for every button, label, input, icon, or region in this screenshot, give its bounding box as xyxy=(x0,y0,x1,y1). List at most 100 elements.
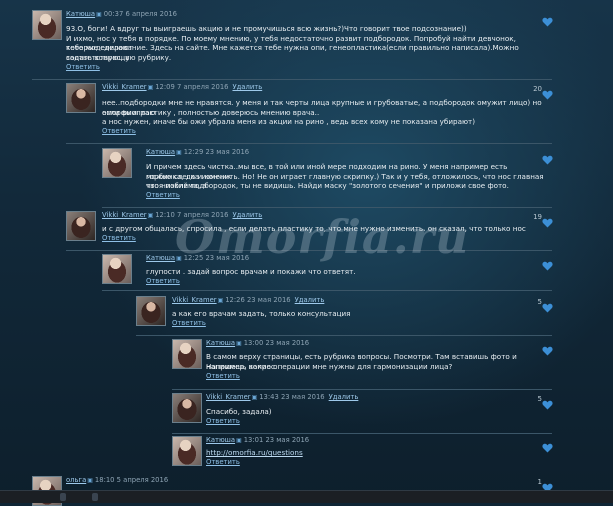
reply-link[interactable]: Ответить xyxy=(66,63,100,71)
comment-text-line: 93.О, боги! А вдруг ты выиграешь акцию и… xyxy=(66,24,467,33)
username-link[interactable]: ольга xyxy=(66,476,86,484)
avatar[interactable] xyxy=(172,393,202,423)
camera-icon: ▣ xyxy=(236,437,242,444)
divider xyxy=(172,433,552,434)
delete-link[interactable]: Удалить xyxy=(329,393,359,401)
like-count: 5 xyxy=(537,298,542,306)
comment-text-line: Спасибо, задала) xyxy=(206,407,272,416)
like-count: 1 xyxy=(537,478,542,486)
comment-meta: Катюша▣ 00:37 6 апреля 2016 xyxy=(66,10,177,18)
heart-icon[interactable] xyxy=(542,478,553,493)
divider xyxy=(32,79,552,80)
divider xyxy=(102,290,552,291)
questions-link[interactable]: http://omorfia.ru/questions xyxy=(206,448,536,458)
username-link[interactable]: Катюша xyxy=(206,339,235,347)
heart-icon[interactable] xyxy=(542,341,553,356)
timestamp: 18:10 5 апреля 2016 xyxy=(94,476,169,484)
camera-icon: ▣ xyxy=(176,149,182,156)
divider xyxy=(102,207,552,208)
comment-text-line: глупости . задай вопрос врачам и покажи … xyxy=(146,267,356,276)
comment-meta: Vikki_Kramer▣ 13:43 23 мая 2016 Удалить xyxy=(206,393,358,401)
delete-link[interactable]: Удалить xyxy=(295,296,325,304)
divider xyxy=(66,143,552,144)
comment-text-line: что низкий подбородок, ты не видишь. Най… xyxy=(146,181,509,191)
reply-link[interactable]: Ответить xyxy=(102,127,136,135)
timestamp: 13:01 23 мая 2016 xyxy=(243,436,310,444)
taskbar xyxy=(0,490,613,503)
heart-icon[interactable] xyxy=(542,85,553,100)
like-count: 19 xyxy=(533,213,542,221)
avatar[interactable] xyxy=(66,211,96,241)
delete-link[interactable]: Удалить xyxy=(232,83,262,91)
comment-text-line: оморфиопластику , полностью доверюсь мне… xyxy=(102,107,320,117)
username-link[interactable]: Катюша xyxy=(146,148,175,156)
delete-link[interactable]: Удалить xyxy=(232,211,262,219)
divider xyxy=(172,389,552,390)
camera-icon: ▣ xyxy=(176,255,182,262)
timestamp: 12:25 23 мая 2016 xyxy=(183,254,250,262)
username-link[interactable]: Vikki_Kramer xyxy=(172,296,217,304)
heart-icon[interactable] xyxy=(542,438,553,453)
camera-icon: ▣ xyxy=(96,11,102,18)
comment-meta: Катюша▣ 13:00 23 мая 2016 xyxy=(206,339,309,347)
heart-icon[interactable] xyxy=(542,395,553,410)
comment-meta: ольга▣ 18:10 5 апреля 2016 xyxy=(66,476,168,484)
taskbar-item[interactable] xyxy=(60,493,66,501)
comment-meta: Катюша▣ 12:29 23 мая 2016 xyxy=(146,148,249,156)
username-link[interactable]: Катюша xyxy=(206,436,235,444)
comment-meta: Катюша▣ 13:01 23 мая 2016 xyxy=(206,436,309,444)
reply-link[interactable]: Ответить xyxy=(146,191,180,199)
timestamp: 12:26 23 мая 2016 xyxy=(225,296,291,304)
reply-link[interactable]: Ответить xyxy=(206,372,240,380)
page-background xyxy=(0,0,613,502)
timestamp: 12:09 7 апреля 2016 xyxy=(155,83,229,91)
avatar[interactable] xyxy=(172,436,202,466)
like-count: 5 xyxy=(537,395,542,403)
camera-icon: ▣ xyxy=(236,340,242,347)
divider xyxy=(66,250,552,251)
comment-meta: Vikki_Kramer▣ 12:10 7 апреля 2016 Удалить xyxy=(102,211,262,219)
username-link[interactable]: Катюша xyxy=(146,254,175,262)
reply-link[interactable]: Ответить xyxy=(102,234,136,242)
avatar[interactable] xyxy=(102,254,132,284)
timestamp: 12:29 23 мая 2016 xyxy=(183,148,250,156)
username-link[interactable]: Vikki_Kramer xyxy=(102,211,147,219)
timestamp: 00:37 6 апреля 2016 xyxy=(103,10,177,18)
username-link[interactable]: Катюша xyxy=(66,10,95,18)
comment-meta: Катюша▣ 12:25 23 мая 2016 xyxy=(146,254,249,262)
comment-meta: Vikki_Kramer▣ 12:26 23 мая 2016 Удалить xyxy=(172,296,324,304)
taskbar-item[interactable] xyxy=(92,493,98,501)
reply-link[interactable]: Ответить xyxy=(146,277,180,285)
heart-icon[interactable] xyxy=(542,256,553,271)
camera-icon: ▣ xyxy=(217,297,224,304)
avatar[interactable] xyxy=(66,83,96,113)
camera-icon: ▣ xyxy=(147,212,154,219)
timestamp: 13:43 23 мая 2016 xyxy=(259,393,325,401)
reply-link[interactable]: Ответить xyxy=(172,319,206,327)
camera-icon: ▣ xyxy=(87,477,93,484)
reply-link[interactable]: Ответить xyxy=(206,458,240,466)
camera-icon: ▣ xyxy=(147,84,154,91)
like-count: 20 xyxy=(533,85,542,93)
username-link[interactable]: Vikki_Kramer xyxy=(206,393,251,401)
comment-text-line: а нос нужен, иначе бы ожи убрала меня из… xyxy=(102,117,476,127)
heart-icon[interactable] xyxy=(542,12,553,27)
camera-icon: ▣ xyxy=(251,394,258,401)
comment-text-line: а как его врачам задать, только консульт… xyxy=(172,309,351,318)
comment-meta: Vikki_Kramer▣ 12:09 7 апреля 2016 Удалить xyxy=(102,83,262,91)
heart-icon[interactable] xyxy=(542,213,553,228)
avatar[interactable] xyxy=(172,339,202,369)
avatar[interactable] xyxy=(32,10,62,40)
timestamp: 12:10 7 апреля 2016 xyxy=(155,211,229,219)
heart-icon[interactable] xyxy=(542,150,553,165)
avatar[interactable] xyxy=(136,296,166,326)
timestamp: 13:00 23 мая 2016 xyxy=(243,339,310,347)
heart-icon[interactable] xyxy=(542,298,553,313)
divider xyxy=(136,335,552,336)
comment-text-line: Например, какие операции мне нужны для г… xyxy=(206,361,453,371)
username-link[interactable]: Vikki_Kramer xyxy=(102,83,147,91)
reply-link[interactable]: Ответить xyxy=(206,417,240,425)
comment-text-line: соответствующую рубрику. xyxy=(66,52,172,62)
comment-text-line: и с другом общалась, спросила , если дел… xyxy=(102,224,526,233)
avatar[interactable] xyxy=(102,148,132,178)
